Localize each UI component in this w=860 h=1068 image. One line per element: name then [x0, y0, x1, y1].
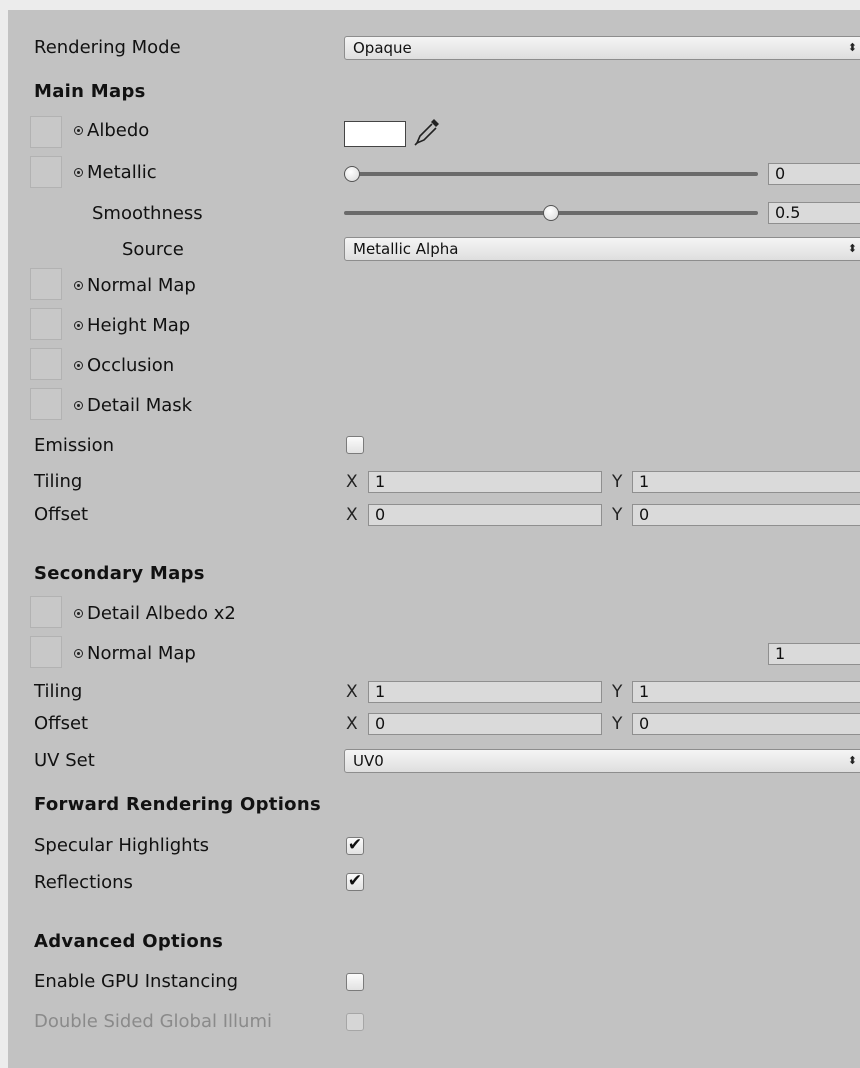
offset-y-label: Y — [612, 505, 623, 525]
metallic-slider-track[interactable] — [344, 172, 758, 176]
secondary-offset-x-label: X — [346, 714, 358, 734]
specular-highlights-label: Specular Highlights — [34, 835, 210, 856]
secondary-tiling-y-field[interactable]: 1 — [632, 681, 860, 703]
tiling-label: Tiling — [34, 471, 83, 492]
rendering-mode-value: Opaque — [353, 39, 412, 57]
window-top-edge — [0, 0, 860, 10]
offset-y-field[interactable]: 0 — [632, 504, 860, 526]
albedo-color-swatch[interactable] — [344, 121, 406, 147]
dropdown-arrow-icon: ⬍ — [847, 41, 857, 54]
smoothness-label: Smoothness — [92, 203, 203, 224]
reflections-checkbox[interactable]: ✔ — [346, 873, 364, 891]
specular-highlights-checkbox[interactable]: ✔ — [346, 837, 364, 855]
metallic-slider-handle[interactable] — [344, 166, 360, 182]
uv-set-value: UV0 — [353, 752, 384, 770]
detail-mask-texture-slot[interactable] — [30, 388, 62, 420]
smoothness-value-field[interactable]: 0.5 — [768, 202, 860, 224]
secondary-normal-map-row: Normal Map — [74, 642, 196, 666]
secondary-offset-y-field[interactable]: 0 — [632, 713, 860, 735]
albedo-row: Albedo — [74, 119, 149, 143]
normal-map-label: Normal Map — [87, 275, 196, 296]
object-picker-icon[interactable] — [74, 361, 83, 370]
object-picker-icon[interactable] — [74, 609, 83, 618]
secondary-normal-map-label: Normal Map — [87, 643, 196, 664]
rendering-mode-label: Rendering Mode — [34, 37, 181, 58]
object-picker-icon[interactable] — [74, 401, 83, 410]
object-picker-icon[interactable] — [74, 168, 83, 177]
object-picker-icon[interactable] — [74, 126, 83, 135]
main-maps-header: Main Maps — [34, 81, 146, 102]
metallic-row: Metallic — [74, 161, 157, 185]
tiling-y-label: Y — [612, 472, 623, 492]
detail-mask-row: Detail Mask — [74, 394, 192, 418]
rendering-mode-dropdown[interactable]: Opaque ⬍ — [344, 36, 860, 60]
offset-x-label: X — [346, 505, 358, 525]
secondary-offset-y-label: Y — [612, 714, 623, 734]
forward-rendering-header: Forward Rendering Options — [34, 794, 321, 815]
occlusion-label: Occlusion — [87, 355, 175, 376]
offset-x-field[interactable]: 0 — [368, 504, 602, 526]
metallic-texture-slot[interactable] — [30, 156, 62, 188]
emission-label: Emission — [34, 435, 115, 456]
secondary-tiling-x-label: X — [346, 682, 358, 702]
reflections-label: Reflections — [34, 872, 133, 893]
dropdown-arrow-icon: ⬍ — [847, 242, 857, 255]
uv-set-label: UV Set — [34, 750, 95, 771]
height-map-texture-slot[interactable] — [30, 308, 62, 340]
advanced-options-header: Advanced Options — [34, 931, 224, 952]
secondary-tiling-x-field[interactable]: 1 — [368, 681, 602, 703]
secondary-normal-scale-field[interactable]: 1 — [768, 643, 860, 665]
secondary-tiling-label: Tiling — [34, 681, 83, 702]
albedo-texture-slot[interactable] — [30, 116, 62, 148]
occlusion-texture-slot[interactable] — [30, 348, 62, 380]
eyedropper-icon[interactable] — [412, 116, 442, 148]
normal-map-row: Normal Map — [74, 274, 196, 298]
tiling-x-field[interactable]: 1 — [368, 471, 602, 493]
smoothness-slider-handle[interactable] — [543, 205, 559, 221]
albedo-label: Albedo — [87, 120, 150, 141]
height-map-row: Height Map — [74, 314, 190, 338]
source-label: Source — [122, 239, 184, 260]
detail-albedo-texture-slot[interactable] — [30, 596, 62, 628]
gpu-instancing-checkbox[interactable] — [346, 973, 364, 991]
metallic-value-field[interactable]: 0 — [768, 163, 860, 185]
height-map-label: Height Map — [87, 315, 191, 336]
secondary-maps-header: Secondary Maps — [34, 563, 205, 584]
offset-label: Offset — [34, 504, 89, 525]
uv-set-dropdown[interactable]: UV0 ⬍ — [344, 749, 860, 773]
source-value: Metallic Alpha — [353, 240, 459, 258]
double-sided-gi-label: Double Sided Global Illumi — [34, 1011, 272, 1032]
double-sided-gi-checkbox — [346, 1013, 364, 1031]
detail-albedo-label: Detail Albedo x2 — [87, 603, 236, 624]
tiling-x-label: X — [346, 472, 358, 492]
secondary-offset-x-field[interactable]: 0 — [368, 713, 602, 735]
emission-checkbox[interactable] — [346, 436, 364, 454]
occlusion-row: Occlusion — [74, 354, 174, 378]
detail-albedo-row: Detail Albedo x2 — [74, 602, 236, 626]
source-dropdown[interactable]: Metallic Alpha ⬍ — [344, 237, 860, 261]
gpu-instancing-label: Enable GPU Instancing — [34, 971, 239, 992]
secondary-offset-label: Offset — [34, 713, 89, 734]
detail-mask-label: Detail Mask — [87, 395, 193, 416]
object-picker-icon[interactable] — [74, 281, 83, 290]
dropdown-arrow-icon: ⬍ — [847, 754, 857, 767]
secondary-tiling-y-label: Y — [612, 682, 623, 702]
object-picker-icon[interactable] — [74, 649, 83, 658]
normal-map-texture-slot[interactable] — [30, 268, 62, 300]
secondary-normal-map-texture-slot[interactable] — [30, 636, 62, 668]
metallic-label: Metallic — [87, 162, 157, 183]
object-picker-icon[interactable] — [74, 321, 83, 330]
tiling-y-field[interactable]: 1 — [632, 471, 860, 493]
window-left-edge — [0, 10, 8, 1068]
